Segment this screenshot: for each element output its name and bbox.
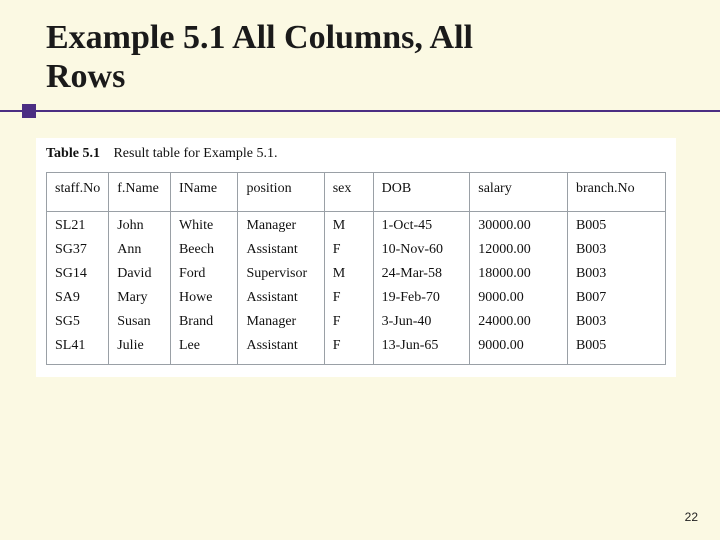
table-row: SL21 John White Manager M 1-Oct-45 30000… (47, 212, 666, 237)
col-header-lname: IName (170, 173, 237, 212)
cell-dob: 13-Jun-65 (373, 332, 470, 365)
col-header-branchno: branch.No (567, 173, 665, 212)
table-row: SG14 David Ford Supervisor M 24-Mar-58 1… (47, 260, 666, 284)
cell-lname: Brand (170, 308, 237, 332)
col-header-position: position (238, 173, 324, 212)
table-row: SG5 Susan Brand Manager F 3-Jun-40 24000… (47, 308, 666, 332)
table-row: SG37 Ann Beech Assistant F 10-Nov-60 120… (47, 236, 666, 260)
cell-branchno: B007 (567, 284, 665, 308)
cell-staffno: SG37 (47, 236, 109, 260)
cell-fname: Mary (109, 284, 171, 308)
caption-number: Table 5.1 (46, 146, 100, 161)
col-header-salary: salary (470, 173, 568, 212)
cell-lname: Howe (170, 284, 237, 308)
rule-line (0, 110, 720, 112)
title-rule (0, 104, 720, 118)
page-title: Example 5.1 All Columns, All Rows (40, 18, 692, 96)
cell-salary: 30000.00 (470, 212, 568, 237)
cell-staffno: SG5 (47, 308, 109, 332)
cell-staffno: SL41 (47, 332, 109, 365)
cell-sex: F (324, 236, 373, 260)
cell-branchno: B005 (567, 332, 665, 365)
cell-position: Manager (238, 308, 324, 332)
col-header-dob: DOB (373, 173, 470, 212)
col-header-fname: f.Name (109, 173, 171, 212)
cell-staffno: SG14 (47, 260, 109, 284)
cell-lname: Lee (170, 332, 237, 365)
cell-position: Supervisor (238, 260, 324, 284)
cell-branchno: B003 (567, 260, 665, 284)
cell-position: Assistant (238, 284, 324, 308)
caption-text: Result table for Example 5.1. (113, 146, 277, 161)
cell-salary: 24000.00 (470, 308, 568, 332)
cell-fname: Susan (109, 308, 171, 332)
cell-fname: Ann (109, 236, 171, 260)
result-table: staff.No f.Name IName position sex DOB s… (46, 172, 666, 365)
cell-position: Manager (238, 212, 324, 237)
cell-dob: 24-Mar-58 (373, 260, 470, 284)
cell-fname: Julie (109, 332, 171, 365)
cell-salary: 12000.00 (470, 236, 568, 260)
title-line-2: Rows (46, 58, 125, 95)
title-line-1: Example 5.1 All Columns, All (46, 19, 473, 56)
table-row: SL41 Julie Lee Assistant F 13-Jun-65 900… (47, 332, 666, 365)
cell-dob: 1-Oct-45 (373, 212, 470, 237)
cell-lname: Beech (170, 236, 237, 260)
cell-dob: 10-Nov-60 (373, 236, 470, 260)
cell-position: Assistant (238, 236, 324, 260)
cell-dob: 19-Feb-70 (373, 284, 470, 308)
cell-dob: 3-Jun-40 (373, 308, 470, 332)
cell-salary: 18000.00 (470, 260, 568, 284)
table-caption: Table 5.1 Result table for Example 5.1. (46, 146, 666, 162)
slide: Example 5.1 All Columns, All Rows Table … (0, 0, 720, 540)
cell-fname: David (109, 260, 171, 284)
col-header-sex: sex (324, 173, 373, 212)
cell-staffno: SL21 (47, 212, 109, 237)
table-row: SA9 Mary Howe Assistant F 19-Feb-70 9000… (47, 284, 666, 308)
cell-sex: F (324, 308, 373, 332)
cell-branchno: B003 (567, 308, 665, 332)
col-header-staffno: staff.No (47, 173, 109, 212)
cell-salary: 9000.00 (470, 332, 568, 365)
table-header-row: staff.No f.Name IName position sex DOB s… (47, 173, 666, 212)
table-container: Table 5.1 Result table for Example 5.1. … (36, 138, 676, 377)
page-number: 22 (685, 510, 698, 524)
cell-sex: F (324, 332, 373, 365)
cell-fname: John (109, 212, 171, 237)
cell-sex: M (324, 212, 373, 237)
cell-sex: M (324, 260, 373, 284)
cell-salary: 9000.00 (470, 284, 568, 308)
cell-branchno: B005 (567, 212, 665, 237)
cell-branchno: B003 (567, 236, 665, 260)
cell-sex: F (324, 284, 373, 308)
cell-position: Assistant (238, 332, 324, 365)
cell-lname: White (170, 212, 237, 237)
cell-lname: Ford (170, 260, 237, 284)
cell-staffno: SA9 (47, 284, 109, 308)
